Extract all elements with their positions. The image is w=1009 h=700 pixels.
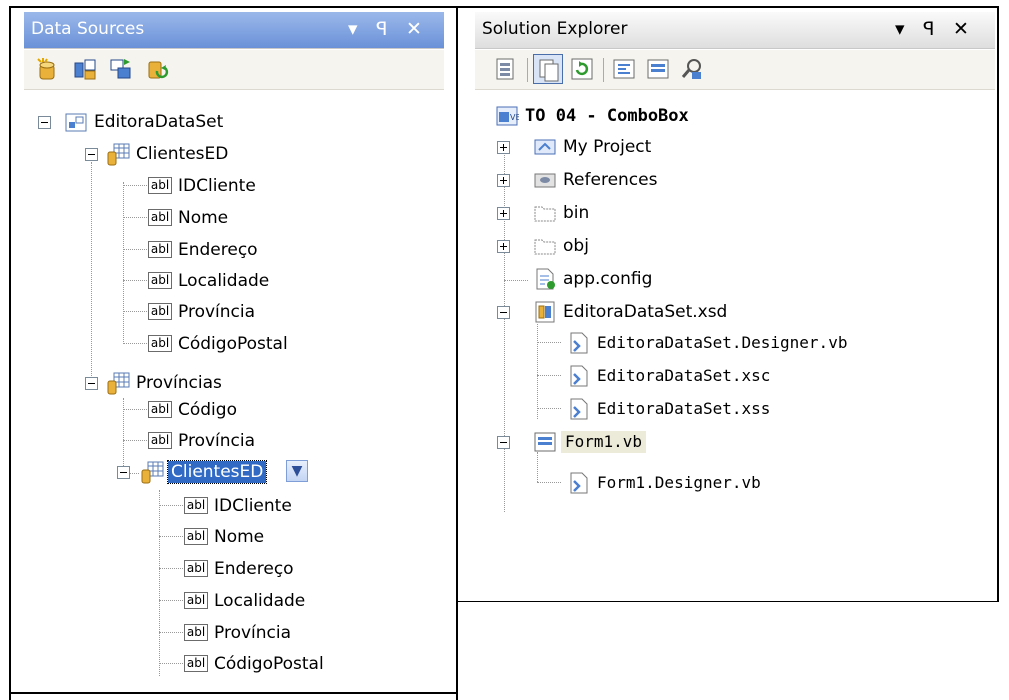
solution-explorer-tree: VB TO 04 - ComboBox My Project Reference…	[475, 92, 995, 600]
collapse-provincias[interactable]	[85, 377, 98, 390]
solution-explorer-toolbar	[475, 50, 995, 90]
window-position-dropdown-icon[interactable]: ▾	[348, 16, 358, 42]
my-project-icon	[533, 135, 557, 159]
xsd-file-icon	[533, 300, 557, 324]
tree-label: Localidade	[214, 591, 306, 611]
tree-label: ClientesED	[136, 144, 229, 164]
properties-icon[interactable]	[491, 54, 521, 84]
tree-label: obj	[563, 236, 589, 256]
tree-label: Form1.vb	[561, 431, 647, 453]
textbox-field-icon: abl	[148, 335, 172, 352]
config-file-icon	[533, 267, 557, 291]
pin-icon[interactable]: ꟼ	[923, 16, 934, 42]
tree-label: EditoraDataSet.xsc	[597, 366, 771, 385]
tree-label: Endereço	[214, 559, 294, 579]
textbox-field-icon: abl	[184, 560, 208, 577]
svg-text:VB: VB	[510, 113, 519, 122]
tree-label: My Project	[563, 137, 652, 157]
textbox-field-icon: abl	[184, 624, 208, 641]
vb-file-icon	[567, 331, 591, 355]
tree-label: Províncias	[136, 373, 222, 393]
vb-file-icon	[567, 364, 591, 388]
tree-label: Província	[178, 302, 256, 322]
tree-label: EditoraDataSet.Designer.vb	[597, 333, 848, 352]
vb-project-icon: VB	[495, 104, 521, 128]
tree-label: IDCliente	[178, 176, 256, 196]
tree-label: EditoraDataSet.xsd	[563, 302, 728, 322]
textbox-field-icon: abl	[148, 272, 172, 289]
collapse-nested-clientesed[interactable]	[117, 466, 130, 479]
pin-icon[interactable]: ꟼ	[376, 16, 387, 42]
textbox-field-icon: abl	[184, 497, 208, 514]
expand-references[interactable]	[497, 174, 510, 187]
tree-label: Nome	[178, 208, 229, 228]
tree-label: app.config	[563, 269, 653, 289]
solution-explorer-panel: Solution Explorer ▾ ꟼ ✕ VB TO 04 - Combo…	[475, 12, 995, 600]
tree-label: Código	[178, 400, 237, 420]
solution-explorer-titlebar: Solution Explorer ▾ ꟼ ✕	[475, 12, 995, 49]
dataset-icon	[64, 110, 88, 134]
collapse-clientesed[interactable]	[85, 148, 98, 161]
edit-dataset-designer-icon[interactable]	[70, 54, 100, 84]
control-type-dropdown-icon[interactable]: ▼	[286, 460, 308, 482]
datatable-icon	[106, 142, 130, 166]
close-icon[interactable]: ✕	[406, 16, 422, 42]
tree-label: bin	[563, 203, 590, 223]
tree-label: Província	[214, 623, 292, 643]
class-diagram-icon[interactable]	[677, 54, 707, 84]
add-data-source-icon[interactable]	[32, 54, 62, 84]
close-icon[interactable]: ✕	[953, 16, 969, 42]
view-designer-icon[interactable]	[643, 54, 673, 84]
tree-label: Endereço	[178, 240, 258, 260]
tree-label: EditoraDataSet	[94, 112, 224, 132]
data-sources-panel: Data Sources ▾ ꟼ ✕ EditoraDataSet Client…	[24, 12, 444, 692]
textbox-field-icon: abl	[148, 177, 172, 194]
tree-label: CódigoPostal	[178, 334, 288, 354]
tree-label: Província	[178, 431, 256, 451]
tree-label: ClientesED	[166, 460, 268, 484]
refresh-icon[interactable]	[567, 54, 597, 84]
show-all-files-icon[interactable]	[533, 54, 563, 84]
collapse-editoradataset[interactable]	[38, 116, 51, 129]
folder-icon	[533, 234, 557, 258]
datatable-icon	[106, 371, 130, 395]
window-position-dropdown-icon[interactable]: ▾	[895, 16, 905, 42]
collapse-editoradataset-xsd[interactable]	[497, 306, 510, 319]
refresh-icon[interactable]	[142, 54, 172, 84]
references-icon	[533, 168, 557, 192]
textbox-field-icon: abl	[184, 528, 208, 545]
expand-my-project[interactable]	[497, 141, 510, 154]
textbox-field-icon: abl	[148, 241, 172, 258]
tree-node-nested-clientesed[interactable]: ClientesED ▼	[140, 458, 380, 486]
vb-file-icon	[567, 397, 591, 421]
tree-label: CódigoPostal	[214, 654, 324, 674]
form-file-icon	[533, 430, 557, 454]
datatable-icon	[140, 460, 164, 484]
tree-label: IDCliente	[214, 496, 292, 516]
tree-label: Nome	[214, 527, 265, 547]
tree-label: Localidade	[178, 271, 270, 291]
tree-label: EditoraDataSet.xss	[597, 399, 771, 418]
data-sources-title: Data Sources	[31, 19, 145, 39]
textbox-field-icon: abl	[148, 209, 172, 226]
tree-label: References	[563, 170, 658, 190]
textbox-field-icon: abl	[148, 303, 172, 320]
expand-bin[interactable]	[497, 207, 510, 220]
expand-obj[interactable]	[497, 240, 510, 253]
textbox-field-icon: abl	[148, 401, 172, 418]
configure-dataset-icon[interactable]	[106, 54, 136, 84]
vb-file-icon	[567, 471, 591, 495]
data-sources-titlebar: Data Sources ▾ ꟼ ✕	[24, 12, 444, 49]
folder-icon	[533, 201, 557, 225]
view-code-icon[interactable]	[609, 54, 639, 84]
tree-label: TO 04 - ComboBox	[525, 106, 689, 126]
collapse-form1[interactable]	[497, 436, 510, 449]
solution-explorer-title: Solution Explorer	[482, 19, 628, 39]
textbox-field-icon: abl	[148, 432, 172, 449]
textbox-field-icon: abl	[184, 592, 208, 609]
data-sources-toolbar	[24, 50, 444, 90]
textbox-field-icon: abl	[184, 655, 208, 672]
data-sources-tree: EditoraDataSet ClientesED abl IDCliente a…	[24, 92, 444, 692]
tree-label: Form1.Designer.vb	[597, 473, 761, 492]
